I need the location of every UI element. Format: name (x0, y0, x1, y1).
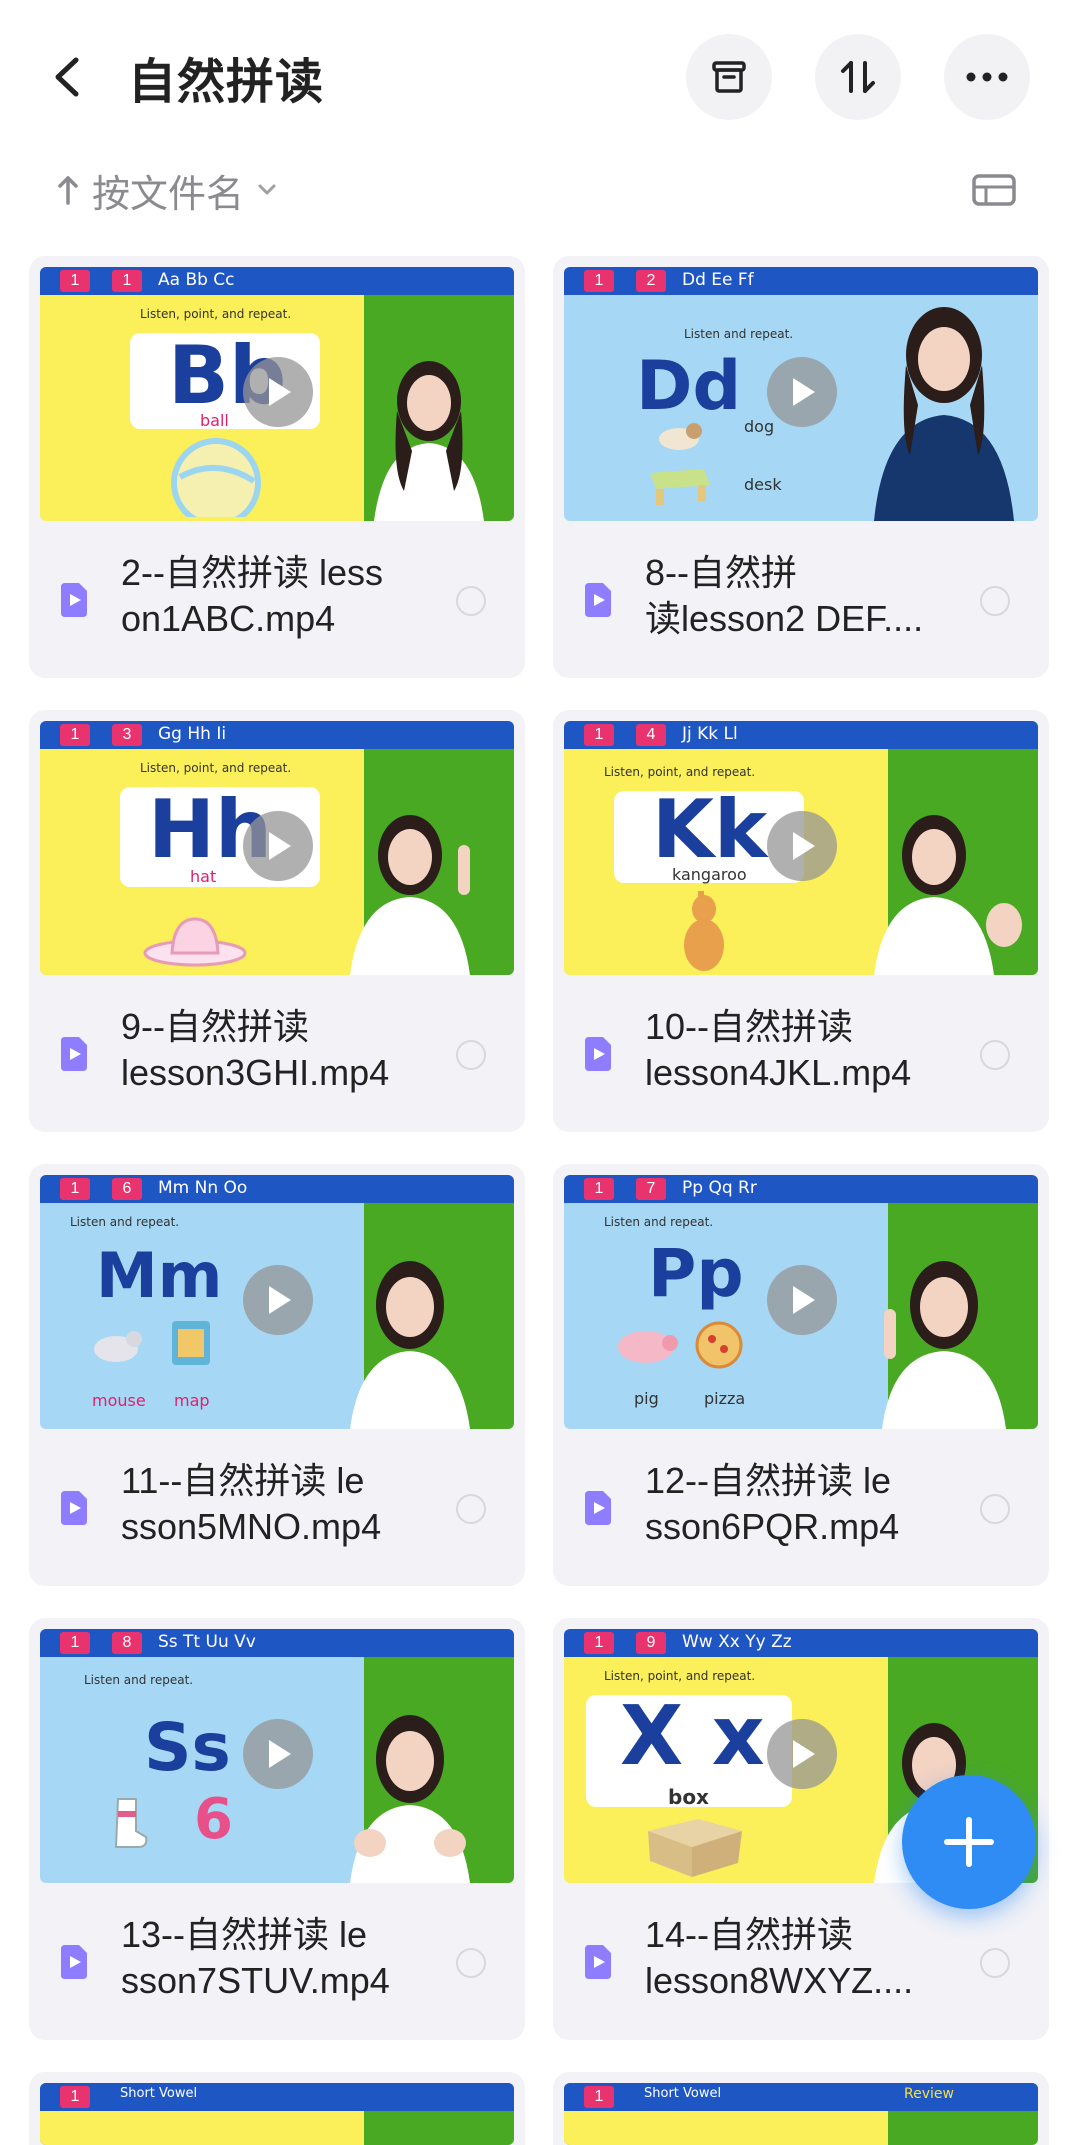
video-file-icon (61, 583, 87, 617)
select-checkbox[interactable] (456, 1948, 486, 1978)
play-icon (243, 1719, 313, 1789)
chevron-left-icon (55, 57, 79, 97)
video-thumbnail: 1 6 Mm Nn Oo Listen and repeat. Mm mouse m… (40, 1175, 514, 1429)
file-name: 12--自然拼读 le sson6PQR.mp4 (645, 1460, 900, 1547)
file-name: 14--自然拼读 lesson8WXYZ.... (645, 1914, 914, 2001)
video-thumbnail: 1 1 Aa Bb Cc Listen, point, and repeat. Bb… (40, 267, 514, 521)
play-icon (767, 357, 837, 427)
file-card[interactable]: 1 4 Jj Kk Ll Listen, point, and repeat. Kk… (553, 710, 1049, 1132)
file-card[interactable]: 1 Short Vowel (29, 2072, 525, 2145)
top-app-bar: 自然拼读 (0, 0, 1078, 150)
file-card[interactable]: 1 1 Aa Bb Cc Listen, point, and repeat. Bb… (29, 256, 525, 678)
arrow-up-icon (58, 176, 78, 205)
select-checkbox[interactable] (980, 1948, 1010, 1978)
select-checkbox[interactable] (456, 1040, 486, 1070)
file-card[interactable]: 1 2 Dd Ee Ff Listen and repeat. Dd dog des… (553, 256, 1049, 678)
video-thumbnail: 1 8 Ss Tt Uu Vv Listen and repeat. Ss 6 (40, 1629, 514, 1883)
file-name: 10--自然拼读 lesson4JKL.mp4 (645, 1006, 912, 1093)
chevron-down-icon (258, 184, 276, 195)
file-name: 8--自然拼 读lesson2 DEF.... (645, 552, 924, 639)
video-file-icon (585, 1037, 611, 1071)
play-icon (767, 811, 837, 881)
page-title: 自然拼读 (128, 56, 325, 109)
more-dots-icon (966, 72, 1008, 82)
sort-order-button[interactable] (815, 34, 901, 120)
archive-button[interactable] (686, 34, 772, 120)
add-fab-button[interactable] (902, 1775, 1036, 1909)
archive-box-icon (712, 61, 746, 93)
file-card[interactable]: 1 6 Mm Nn Oo Listen and repeat. Mm mouse m… (29, 1164, 525, 1586)
play-icon (243, 1265, 313, 1335)
video-thumbnail: 1 Short Vowel Review (564, 2083, 1038, 2145)
list-view-icon (972, 174, 1016, 206)
file-card[interactable]: 1 Short Vowel Review (553, 2072, 1049, 2145)
sort-toolbar: 按文件名 (0, 150, 1078, 230)
video-thumbnail: 1 Short Vowel (40, 2083, 514, 2145)
video-thumbnail: 1 2 Dd Ee Ff Listen and repeat. Dd dog des… (564, 267, 1038, 521)
file-name: 9--自然拼读 lesson3GHI.mp4 (121, 1006, 390, 1093)
video-thumbnail: 1 4 Jj Kk Ll Listen, point, and repeat. Kk… (564, 721, 1038, 975)
file-name: 11--自然拼读 le sson5MNO.mp4 (121, 1460, 382, 1547)
play-icon (243, 811, 313, 881)
video-file-icon (61, 1491, 87, 1525)
file-name: 13--自然拼读 le sson7STUV.mp4 (121, 1914, 390, 2001)
play-icon (243, 357, 313, 427)
select-checkbox[interactable] (980, 1040, 1010, 1070)
file-card[interactable]: 1 8 Ss Tt Uu Vv Listen and repeat. Ss 6 13… (29, 1618, 525, 2040)
select-checkbox[interactable] (980, 586, 1010, 616)
video-thumbnail: 1 3 Gg Hh Ii Listen, point, and repeat. Hh… (40, 721, 514, 975)
video-thumbnail: 1 7 Pp Qq Rr Listen and repeat. Pp pig piz… (564, 1175, 1038, 1429)
file-card[interactable]: 1 3 Gg Hh Ii Listen, point, and repeat. Hh… (29, 710, 525, 1132)
video-file-icon (61, 1037, 87, 1071)
video-file-icon (585, 1945, 611, 1979)
video-file-icon (585, 583, 611, 617)
video-file-icon (61, 1945, 87, 1979)
view-mode-toggle[interactable] (970, 170, 1018, 210)
sort-label: 按文件名 (92, 173, 245, 216)
video-file-icon (585, 1491, 611, 1525)
file-name: 2--自然拼读 less on1ABC.mp4 (121, 552, 384, 639)
select-checkbox[interactable] (456, 1494, 486, 1524)
back-button[interactable] (48, 52, 88, 102)
play-icon (767, 1719, 837, 1789)
plus-icon (944, 1817, 994, 1867)
sort-by-filename-dropdown[interactable]: 按文件名 (56, 162, 278, 218)
play-icon (767, 1265, 837, 1335)
select-checkbox[interactable] (980, 1494, 1010, 1524)
file-card[interactable]: 1 7 Pp Qq Rr Listen and repeat. Pp pig piz… (553, 1164, 1049, 1586)
sort-arrows-icon (841, 61, 875, 93)
select-checkbox[interactable] (456, 586, 486, 616)
more-options-button[interactable] (944, 34, 1030, 120)
